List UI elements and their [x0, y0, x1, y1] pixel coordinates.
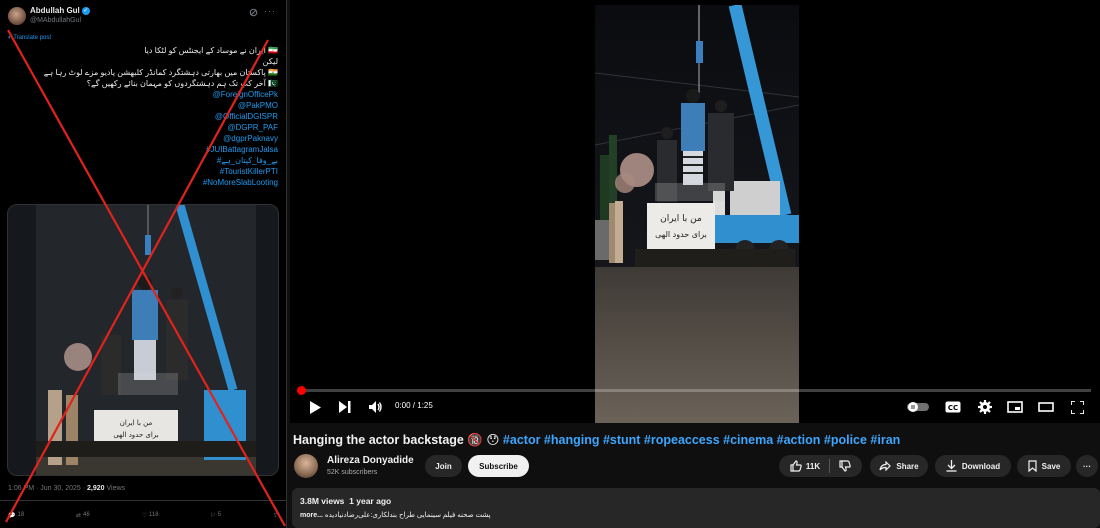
mention-link[interactable]: @DGPR_PAF [8, 122, 278, 133]
hashtag-link[interactable]: #بے_وفا_کپتان_ہے [8, 155, 278, 166]
execution-scene-image: من با ایران برای حدود الهی [8, 205, 278, 475]
share-button[interactable]: ⇪ [273, 509, 278, 521]
mention-link[interactable]: @OfficialDGISPR [8, 111, 278, 122]
more-options-icon[interactable]: ··· [264, 6, 276, 16]
backstage-scene-image: من با ایران برای حدود الهی [595, 5, 799, 423]
bookmark-icon: ⚐ [210, 512, 216, 519]
share-arrow-icon [879, 461, 892, 471]
author-name-row[interactable]: Abdullah Gul ✓ [30, 6, 90, 15]
banner-text-line: برای حدود الهی [113, 431, 158, 439]
upload-age: 1 year ago [349, 496, 392, 506]
more-link[interactable]: ...more [300, 512, 323, 519]
divider [0, 500, 286, 501]
translate-post-link[interactable]: ◐ Translate post [8, 35, 51, 41]
tweet-card: Abdullah Gul ✓ @MAbdullahGul ··· ◐ Transl… [0, 0, 287, 528]
hashtag-link[interactable]: #TouristKillerPTI [8, 166, 278, 177]
flag-iran-icon: 🇮🇷 [265, 46, 278, 55]
share-icon: ⇪ [272, 512, 278, 519]
volume-icon[interactable] [366, 396, 386, 418]
video-title-text: Hanging the actor backstage [293, 433, 464, 447]
settings-gear-icon[interactable] [974, 396, 996, 418]
theater-mode-icon[interactable] [1035, 396, 1057, 418]
verified-badge-icon: ✓ [81, 6, 90, 15]
video-title: Hanging the actor backstage 🔞 😯 #actor #… [293, 432, 1094, 448]
progress-bar[interactable] [299, 389, 1091, 392]
player-controls: 0:00 / 1:25 CC [290, 396, 1100, 418]
grok-icon[interactable] [249, 8, 258, 19]
time-display: 0:00 / 1:25 [395, 401, 433, 410]
author-handle[interactable]: @MAbdullahGul [30, 17, 81, 24]
autoplay-toggle[interactable] [906, 396, 930, 418]
subscriber-count: 52K subscribers [327, 469, 378, 476]
author-avatar[interactable] [8, 7, 26, 25]
play-icon[interactable] [306, 396, 324, 418]
tweet-line: لیکن [262, 57, 278, 66]
tweet-header: Abdullah Gul ✓ @MAbdullahGul ··· [8, 6, 278, 30]
banner-text-line: من با ایران [660, 214, 702, 224]
tweet-line: 🇮🇳 پاکستان میں بھارتی دہشتگرد کمانڈر کلب… [43, 68, 278, 77]
hashtag-link[interactable]: #JUIBattagramJalsa [8, 144, 278, 155]
like-dislike-group: 11K [779, 455, 862, 477]
save-bookmark-icon [1028, 460, 1037, 472]
thumbs-up-icon [790, 460, 802, 472]
screenshot-root: Abdullah Gul ✓ @MAbdullahGul ··· ◐ Transl… [0, 0, 1100, 528]
repost-button[interactable]: ⇄ 46 [76, 509, 90, 521]
heart-icon: ♡ [141, 512, 147, 519]
bookmark-button[interactable]: ⚐ 5 [210, 509, 221, 521]
banner-text-line: من با ایران [120, 419, 153, 427]
view-stats: 3.8M views 1 year ago [300, 496, 391, 506]
fullscreen-icon[interactable] [1066, 396, 1088, 418]
tweet-action-bar: 💬 18 ⇄ 46 ♡ 118 ⚐ 5 ⇪ [8, 509, 278, 521]
svg-text:CC: CC [948, 404, 958, 412]
flag-pakistan-icon: 🇵🇰 [265, 79, 278, 88]
progress-scrubber[interactable] [297, 386, 306, 395]
translate-label: Translate post [13, 35, 51, 41]
flag-india-icon: 🇮🇳 [265, 68, 278, 77]
title-emoji: 🔞 😯 [467, 433, 500, 447]
channel-name[interactable]: Alireza Donyadide [327, 455, 414, 466]
repost-icon: ⇄ [76, 512, 82, 519]
video-player[interactable]: من با ایران برای حدود الهی 0:00 / 1:25 C… [290, 0, 1100, 423]
mention-link[interactable]: @ForeignOfficePk [8, 89, 278, 100]
views-count: 2,920 [87, 485, 105, 492]
mention-link[interactable]: @PakPMO [8, 100, 278, 111]
hashtag-link[interactable]: #NoMoreSlabLooting [8, 177, 278, 188]
tweet-video-thumbnail[interactable]: من با ایران برای حدود الهی [7, 204, 279, 476]
subscribe-button[interactable]: Subscribe [468, 455, 529, 477]
video-frame[interactable]: من با ایران برای حدود الهی [595, 5, 799, 423]
reply-button[interactable]: 💬 18 [8, 509, 24, 521]
author-name[interactable]: Abdullah Gul [30, 6, 80, 15]
share-button[interactable]: Share [870, 455, 928, 477]
captions-icon[interactable]: CC [942, 396, 964, 418]
description-box[interactable]: 3.8M views 1 year ago پشت صحنه فیلم سینم… [292, 488, 1100, 528]
tweet-text: 🇮🇷 ایران نے موساد کے ایجنٹس کو لٹکا دیا … [8, 45, 278, 188]
save-button[interactable]: Save [1017, 455, 1071, 477]
thumbs-down-icon [839, 460, 851, 472]
view-count: 3.8M views [300, 496, 345, 506]
views-label: Views [106, 485, 126, 492]
like-button[interactable]: 11K [790, 460, 820, 472]
banner-text-line: برای حدود الهی [655, 230, 707, 239]
tweet-line: 🇵🇰 آخر کب تک ہم دہشتگردوں کو مہمان بنائے… [86, 79, 278, 88]
divider [829, 459, 831, 473]
like-button[interactable]: ♡ 118 [142, 509, 159, 521]
download-icon [946, 460, 957, 472]
mention-link[interactable]: @dgprPaknavy [8, 133, 278, 144]
title-hashtags[interactable]: #actor #hanging #stunt #ropeaccess #cine… [503, 433, 900, 447]
tweet-timestamp[interactable]: 1:06 PM · Jun 30, 2025 [8, 485, 81, 492]
reply-icon: 💬 [8, 512, 16, 519]
tweet-line: 🇮🇷 ایران نے موساد کے ایجنٹس کو لٹکا دیا [144, 46, 278, 55]
miniplayer-icon[interactable] [1004, 396, 1026, 418]
dislike-button[interactable] [839, 460, 851, 472]
channel-avatar[interactable] [294, 454, 318, 478]
join-button[interactable]: Join [425, 455, 462, 477]
more-actions-icon[interactable]: ··· [1076, 455, 1098, 477]
next-icon[interactable] [336, 396, 354, 418]
description-text: پشت صحنه فیلم سینمایی طراح بندلکاری:علی‌… [300, 512, 491, 519]
youtube-watch-page: من با ایران برای حدود الهی 0:00 / 1:25 C… [290, 0, 1100, 528]
download-button[interactable]: Download [935, 455, 1011, 477]
tweet-meta: 1:06 PM · Jun 30, 2025 · 2,920 Views [8, 485, 126, 492]
